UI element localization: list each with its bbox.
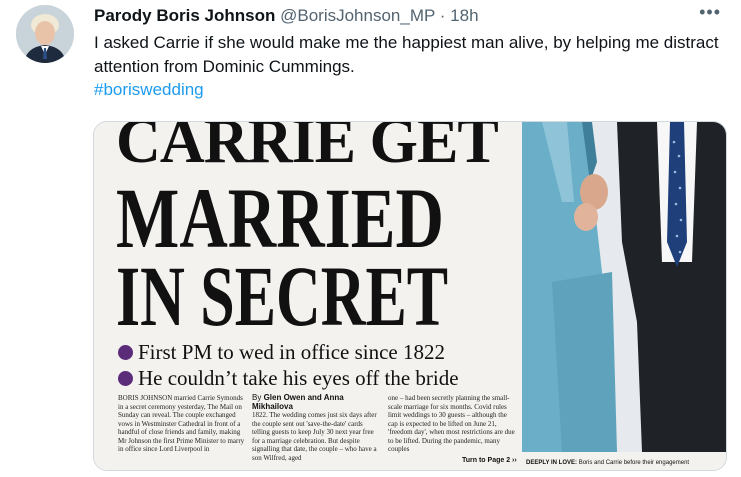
article-byline: By Glen Owen and Anna Mikhailova [252,393,380,411]
separator-dot: · [439,6,446,25]
bullet-dot-icon [118,345,133,360]
couple-photo: DEEPLY IN LOVE: Boris and Carrie before … [522,122,726,470]
author-handle[interactable]: @BorisJohnson_MP [280,6,435,25]
byline-names: Glen Owen and Anna Mikhailova [252,393,344,411]
article-column-1: BORIS JOHNSON married Carrie Symonds in … [118,394,245,453]
more-options-icon[interactable]: ••• [699,2,721,23]
avatar[interactable] [16,5,74,63]
caption-key: DEEPLY IN LOVE: [526,460,578,466]
photo-caption: DEEPLY IN LOVE: Boris and Carrie before … [526,460,689,466]
headline-line-3: IN SECRET [116,248,449,344]
article-column-2: By Glen Owen and Anna Mikhailova 1822. T… [252,393,380,462]
subhead-2-text: He couldn’t take his eyes off the bride [138,366,459,390]
subhead-bullet-1: First PM to wed in office since 1822 [118,340,445,365]
subhead-1-text: First PM to wed in office since 1822 [138,340,446,364]
tweet-timestamp[interactable]: 18h [450,6,478,25]
tweet: Parody Boris Johnson @BorisJohnson_MP · … [0,0,741,477]
hashtag-link[interactable]: #boriswedding [94,80,204,100]
couple-photo-image [522,122,726,470]
bullet-dot-icon [118,371,133,386]
tweet-text: I asked Carrie if she would make me the … [94,33,719,76]
caption-text: Boris and Carrie before their engagement [578,460,690,466]
turn-to-page: Turn to Page 2 ›› [462,457,517,464]
article-column-3: one – had been secretly planning the sma… [388,394,515,453]
newspaper-page: CARRIE GET MARRIED IN SECRET First PM to… [94,122,522,470]
tweet-media-image[interactable]: CARRIE GET MARRIED IN SECRET First PM to… [93,121,727,471]
avatar-image [16,5,74,63]
author-name[interactable]: Parody Boris Johnson [94,6,275,25]
tweet-header: Parody Boris Johnson @BorisJohnson_MP · … [94,6,479,26]
subhead-bullet-2: He couldn’t take his eyes off the bride [118,366,459,391]
article-column-2-text: 1822. The wedding comes just six days af… [252,411,377,462]
